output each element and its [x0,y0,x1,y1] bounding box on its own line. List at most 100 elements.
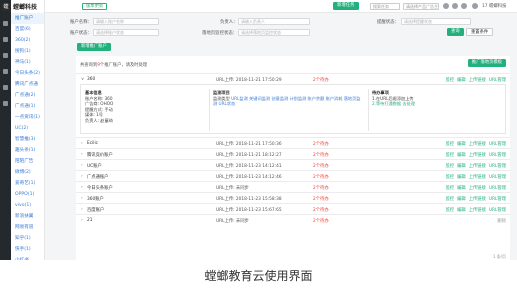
sidebar-item[interactable]: 智慧推(3) [11,134,44,145]
sidebar-item[interactable]: 广点通(1) [11,101,44,112]
table-row[interactable]: › 腾讯竞价账户 URL上传: 2018-11-21 18:12:27 2个待办 监控编… [76,148,510,159]
row-action-link[interactable]: 监控 [446,185,455,191]
reminder-status-select[interactable]: 请选择提醒状态 [401,18,471,25]
row-action-link[interactable]: URL管理 [489,152,506,158]
row-action-link[interactable]: 上传链接 [469,163,486,169]
row-action-link[interactable]: 上传链接 [469,77,486,83]
table-row[interactable]: › 广点通账户 URL上传: 2018-11-23 14:12:46 2个待办 监控 编辑… [76,170,510,181]
sidebar-item[interactable]: 搜狗(1) [11,46,44,57]
row-action-link[interactable]: 上传链接 [469,185,486,191]
sidebar-item[interactable]: 推广账户 [11,13,44,24]
table-row[interactable]: ∨ 360 URL上传: 2018-11-21 17:50:29 2个待办 监控 编辑 上传… [76,73,510,84]
bell-icon[interactable] [443,3,449,9]
chevron-right-icon[interactable]: › [81,141,83,146]
todo-line[interactable]: 2.等待打通数据 去处理 [372,101,502,107]
chevron-right-icon[interactable]: › [81,163,83,168]
monitor-links[interactable]: URL监测 关键词监测 创意监测 计划监测 账户余额 账户消耗 落地页监测 UR… [213,96,360,107]
table-row[interactable]: › 21 URL上传: 未同步 2个待办 删除 [76,214,510,225]
table-row[interactable]: › Ecilic URL上传: 2018-11-21 17:50:36 2个待办 监控编… [76,137,510,148]
sidebar-item[interactable]: vivo(1) [11,200,44,211]
row-action-link[interactable]: URL管理 [489,185,506,191]
row-action-link[interactable]: 监控 [446,196,455,202]
row-action-link[interactable]: URL管理 [489,207,506,213]
url-check-select[interactable]: 请选择落地页监控状态 [238,29,310,36]
account-status-select[interactable]: 请选择账户状态 [93,29,159,36]
report-icon[interactable] [3,85,8,90]
row-action-link[interactable]: 编辑 [457,163,466,169]
row-action-link[interactable]: 编辑 [457,141,466,147]
row-action-link[interactable]: 编辑 [457,152,466,158]
row-action-link[interactable]: URL管理 [489,77,506,83]
sidebar-item[interactable]: 小红书 [11,255,44,260]
chevron-right-icon[interactable]: › [81,152,83,157]
chevron-right-icon[interactable]: › [81,185,83,190]
row-action-link[interactable]: URL管理 [489,163,506,169]
row-action-link[interactable]: URL管理 [489,141,506,147]
table-row[interactable]: › 360账户 URL上传: 2018-11-23 15:58:38 2个待办 监控 编辑… [76,192,510,203]
row-action-link[interactable]: 监控 [446,152,455,158]
chevron-right-icon[interactable]: › [81,207,83,212]
row-action-link[interactable]: 监控 [446,207,455,213]
monitor-icon[interactable] [3,53,8,58]
row-action-link[interactable]: 上传链接 [469,141,486,147]
settings-icon[interactable] [3,101,8,106]
account-name-input[interactable]: 请输入账户名称 [93,18,159,25]
chevron-down-icon[interactable]: ∨ [81,77,84,82]
landing-template-button[interactable]: 推广落地页模板 [467,59,506,67]
version-update-badge[interactable]: 版本更新 [82,3,108,10]
row-action-link[interactable]: 编辑 [457,185,466,191]
link-icon[interactable] [3,69,8,74]
sidebar-item[interactable]: 腾讯广点通 [11,79,44,90]
account-icon[interactable] [3,21,8,26]
table-row[interactable]: › 今日头条账户 URL上传: 未同步 2个待办 监控 编辑 上传链接 URL管理 [76,181,510,192]
row-action-link[interactable]: 监控 [446,77,455,83]
product-select[interactable]: 请选择产品广告主 [403,3,439,10]
sidebar-item[interactable]: 趣头条(1) [11,145,44,156]
sidebar-item[interactable]: OPPO(1) [11,189,44,200]
add-account-button[interactable]: 新增推广账户 [77,43,111,51]
row-action-link[interactable]: URL管理 [489,196,506,202]
row-action-link[interactable]: 编辑 [457,207,466,213]
sidebar-item[interactable]: UC(2) [11,123,44,134]
reset-button[interactable]: 重置条件 [466,28,494,36]
sidebar-item[interactable]: 陌陌广告 [11,156,44,167]
help-icon[interactable] [452,3,458,9]
sidebar-item[interactable]: 快手(1) [11,244,44,255]
row-action-link[interactable]: 上传链接 [469,196,486,202]
sidebar-item[interactable]: 微博(2) [11,167,44,178]
row-action-link[interactable]: 删除 [497,218,506,224]
principal-input[interactable]: 请输入负责人 [238,18,310,25]
table-row[interactable]: › 百度账户 URL上传: 2018-11-23 15:67:65 2个待办 监控 编辑上… [76,203,510,214]
sidebar-item[interactable]: 百度(6) [11,24,44,35]
new-task-button[interactable]: 新增任务 [333,2,359,10]
row-action-link[interactable]: 监控 [446,163,455,169]
sidebar-item[interactable]: 360(2) [11,35,44,46]
chart-icon[interactable] [3,37,8,42]
sidebar-item[interactable]: 广点通(2) [11,90,44,101]
avatar[interactable] [472,3,478,9]
row-action-link[interactable]: 编辑 [457,174,466,180]
sidebar-item[interactable]: 网易有道 [11,222,44,233]
row-action-link[interactable]: 编辑 [457,77,466,83]
chevron-right-icon[interactable]: › [81,218,83,223]
user-name[interactable]: 17 螳螂科技 [482,3,507,9]
task-search-input[interactable]: 搜索任务 [370,3,400,10]
pagination-info[interactable]: 1 条/页 [493,254,506,260]
sidebar-item[interactable]: 神马(1) [11,57,44,68]
chevron-right-icon[interactable]: › [81,196,83,201]
row-action-link[interactable]: 上传链接 [469,174,486,180]
query-button[interactable]: 查询 [447,28,464,36]
row-action-link[interactable]: 上传链接 [469,152,486,158]
table-row[interactable]: › UC账户 URL上传: 2018-11-23 14:12:41 2个待办 监控 编辑上… [76,159,510,170]
sidebar-item[interactable]: 爱奇艺(1) [11,178,44,189]
sidebar-item[interactable]: 新浪扶翼 [11,211,44,222]
sidebar-item[interactable]: 一点资讯(1) [11,112,44,123]
row-action-link[interactable]: 上传链接 [469,207,486,213]
row-action-link[interactable]: URL管理 [489,174,506,180]
row-action-link[interactable]: 监控 [446,174,455,180]
row-action-link[interactable]: 监控 [446,141,455,147]
chevron-right-icon[interactable]: › [81,174,83,179]
sidebar-item[interactable]: 知乎(1) [11,233,44,244]
message-icon[interactable] [461,3,467,9]
sidebar-item[interactable]: 今日头条(2) [11,68,44,79]
